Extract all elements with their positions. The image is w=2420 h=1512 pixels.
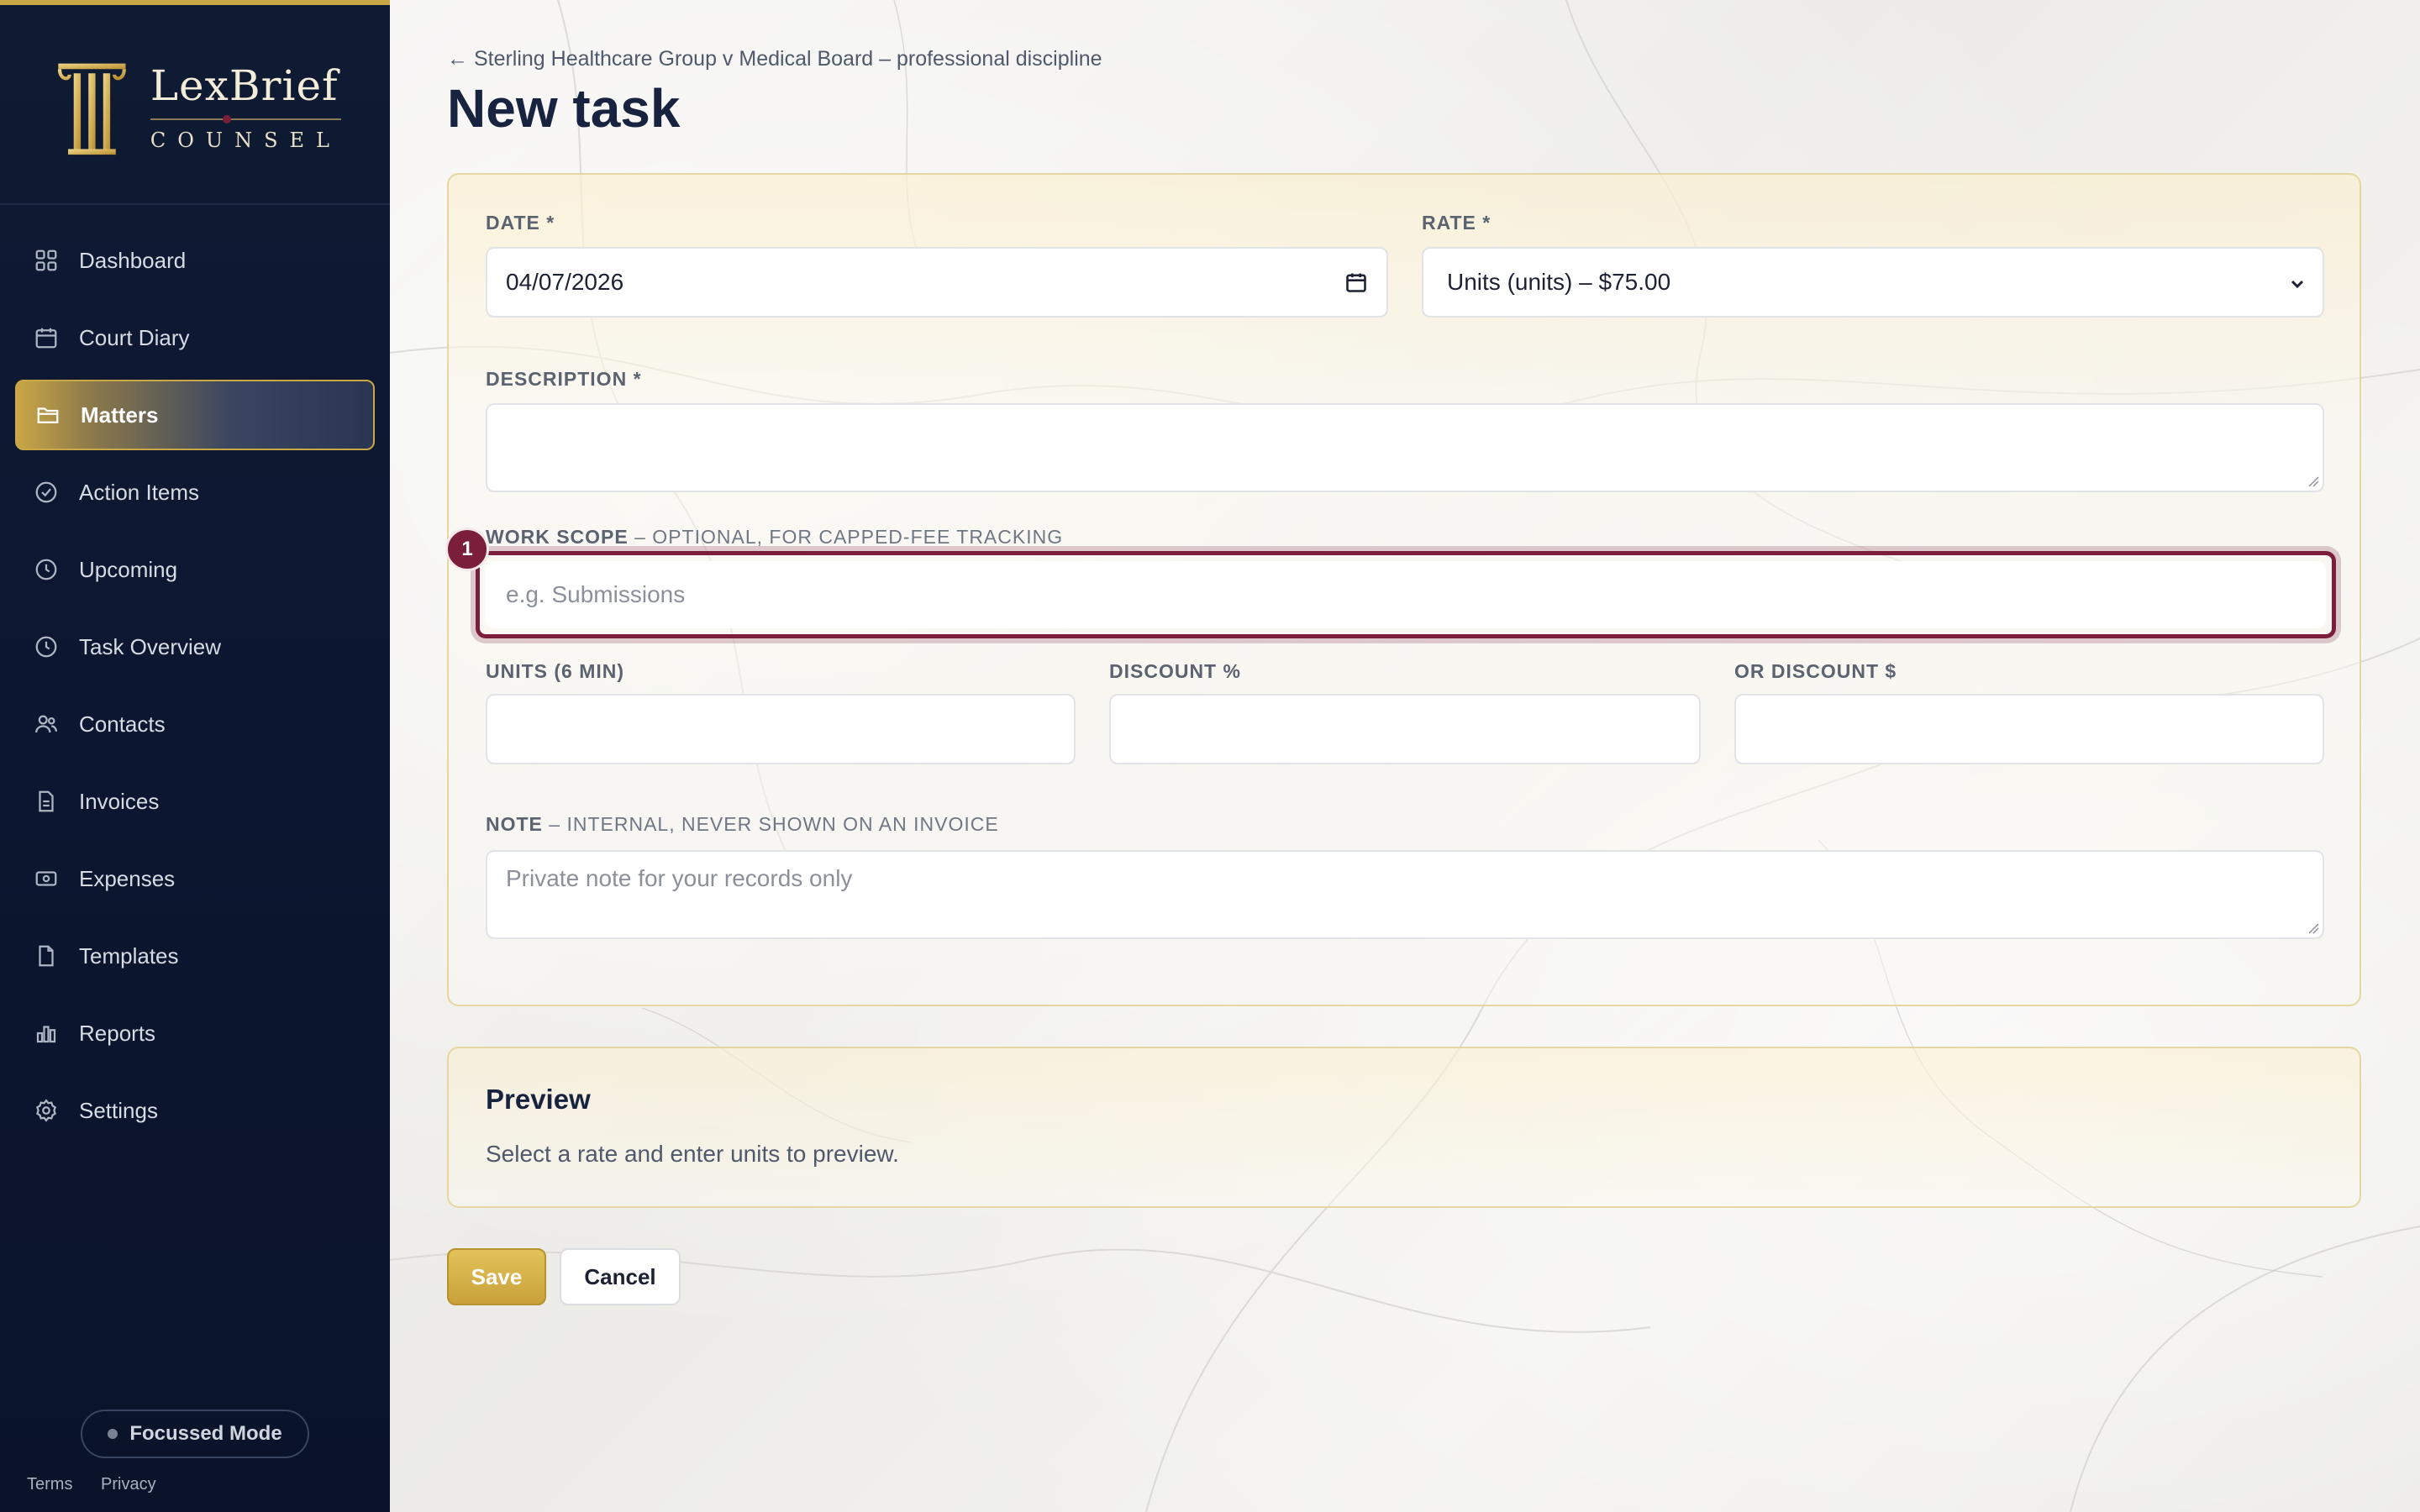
- sidebar-item-label: Invoices: [79, 788, 160, 814]
- check-circle-icon: [34, 480, 59, 505]
- page-title: New task: [447, 78, 681, 139]
- cancel-button[interactable]: Cancel: [560, 1248, 681, 1305]
- clock-icon: [34, 557, 59, 582]
- units-input[interactable]: [486, 694, 1076, 764]
- footer-links: Terms Privacy: [27, 1475, 180, 1494]
- sidebar-item-label: Reports: [79, 1020, 156, 1046]
- sidebar-nav: Dashboard Court Diary Matters Action Ite…: [0, 225, 390, 1152]
- sidebar-item-action-items[interactable]: Action Items: [15, 457, 375, 528]
- sidebar-item-label: Templates: [79, 942, 179, 969]
- sidebar-item-templates[interactable]: Templates: [15, 921, 375, 991]
- discount-amount-input[interactable]: [1734, 694, 2324, 764]
- breadcrumb-back-link[interactable]: ← Sterling Healthcare Group v Medical Bo…: [447, 47, 1102, 71]
- grid-icon: [34, 248, 59, 273]
- work-scope-placeholder: e.g. Submissions: [506, 581, 686, 607]
- sidebar-item-label: Task Overview: [79, 633, 222, 659]
- sidebar-item-label: Dashboard: [79, 247, 187, 273]
- sidebar-item-label: Action Items: [79, 479, 200, 505]
- banknote-icon: [34, 866, 59, 891]
- sidebar-item-reports[interactable]: Reports: [15, 998, 375, 1068]
- calendar-picker-icon[interactable]: [1344, 270, 1368, 294]
- note-label-hint: – INTERNAL, NEVER SHOWN ON AN INVOICE: [549, 813, 999, 835]
- preview-panel: Preview Select a rate and enter units to…: [447, 1047, 2361, 1208]
- bar-chart-icon: [34, 1021, 59, 1046]
- note-textarea[interactable]: Private note for your records only: [486, 850, 2324, 939]
- date-input[interactable]: 04/07/2026: [486, 247, 1388, 318]
- discount-percent-input[interactable]: [1109, 694, 1701, 764]
- sidebar: LexBrief COUNSEL Dashboard Court Diary M…: [0, 0, 390, 1512]
- note-label-text: NOTE: [486, 813, 543, 835]
- sidebar-item-expenses[interactable]: Expenses: [15, 843, 375, 914]
- preview-title: Preview: [486, 1084, 591, 1115]
- sidebar-item-label: Settings: [79, 1097, 158, 1123]
- sidebar-item-label: Expenses: [79, 865, 176, 891]
- work-scope-input[interactable]: e.g. Submissions: [486, 561, 2326, 628]
- description-textarea[interactable]: [486, 403, 2324, 492]
- calendar-icon: [34, 325, 59, 350]
- sidebar-item-matters[interactable]: Matters: [15, 380, 375, 450]
- users-icon: [34, 711, 59, 737]
- brand-logo[interactable]: LexBrief COUNSEL: [55, 45, 341, 171]
- privacy-link[interactable]: Privacy: [101, 1475, 156, 1494]
- sidebar-item-dashboard[interactable]: Dashboard: [15, 225, 375, 296]
- resize-handle-icon[interactable]: [2307, 922, 2319, 934]
- note-placeholder: Private note for your records only: [506, 865, 853, 891]
- note-label: NOTE – INTERNAL, NEVER SHOWN ON AN INVOI…: [486, 813, 999, 836]
- focus-mode-toggle[interactable]: Focussed Mode: [81, 1410, 309, 1458]
- preview-message: Select a rate and enter units to preview…: [486, 1141, 899, 1167]
- file-icon: [34, 943, 59, 969]
- brand-name: LexBrief: [150, 61, 339, 110]
- work-scope-label-text: WORK SCOPE: [486, 526, 629, 548]
- rate-value: Units (units) – $75.00: [1447, 269, 1671, 295]
- units-label: UNITS (6 MIN): [486, 660, 625, 682]
- pillar-icon: [57, 63, 126, 155]
- status-dot-icon: [108, 1429, 118, 1439]
- focus-mode-label: Focussed Mode: [129, 1422, 282, 1445]
- sidebar-item-settings[interactable]: Settings: [15, 1075, 375, 1146]
- rate-label: RATE *: [1422, 212, 1491, 234]
- step-badge: 1: [445, 528, 489, 571]
- rate-select[interactable]: Units (units) – $75.00: [1422, 247, 2324, 318]
- save-button[interactable]: Save: [447, 1248, 546, 1305]
- sidebar-item-invoices[interactable]: Invoices: [15, 766, 375, 837]
- sidebar-item-label: Contacts: [79, 711, 166, 737]
- description-label: DESCRIPTION *: [486, 368, 642, 390]
- clock-icon: [34, 634, 59, 659]
- date-value: 04/07/2026: [506, 269, 624, 295]
- sidebar-item-court-diary[interactable]: Court Diary: [15, 302, 375, 373]
- brand-subtitle: COUNSEL: [150, 115, 341, 152]
- resize-handle-icon[interactable]: [2307, 475, 2319, 487]
- task-form-card: DATE * 04/07/2026 RATE * Units (units) –…: [445, 173, 2361, 1006]
- sidebar-item-upcoming[interactable]: Upcoming: [15, 534, 375, 605]
- work-scope-label-hint: – OPTIONAL, FOR CAPPED-FEE TRACKING: [634, 526, 1064, 548]
- sidebar-item-label: Matters: [81, 402, 159, 428]
- discount-percent-label: DISCOUNT %: [1109, 660, 1241, 682]
- sidebar-item-label: Court Diary: [79, 324, 190, 350]
- document-icon: [34, 789, 59, 814]
- sidebar-item-label: Upcoming: [79, 556, 178, 582]
- chevron-down-icon: [2291, 280, 2304, 289]
- sidebar-item-task-overview[interactable]: Task Overview: [15, 612, 375, 682]
- work-scope-label: WORK SCOPE – OPTIONAL, FOR CAPPED-FEE TR…: [486, 526, 1063, 549]
- sidebar-divider: [0, 203, 390, 205]
- gear-icon: [34, 1098, 59, 1123]
- folder-icon: [35, 402, 60, 428]
- sidebar-item-contacts[interactable]: Contacts: [15, 689, 375, 759]
- date-label: DATE *: [486, 212, 555, 234]
- terms-link[interactable]: Terms: [27, 1475, 72, 1494]
- discount-amount-label: OR DISCOUNT $: [1734, 660, 1897, 682]
